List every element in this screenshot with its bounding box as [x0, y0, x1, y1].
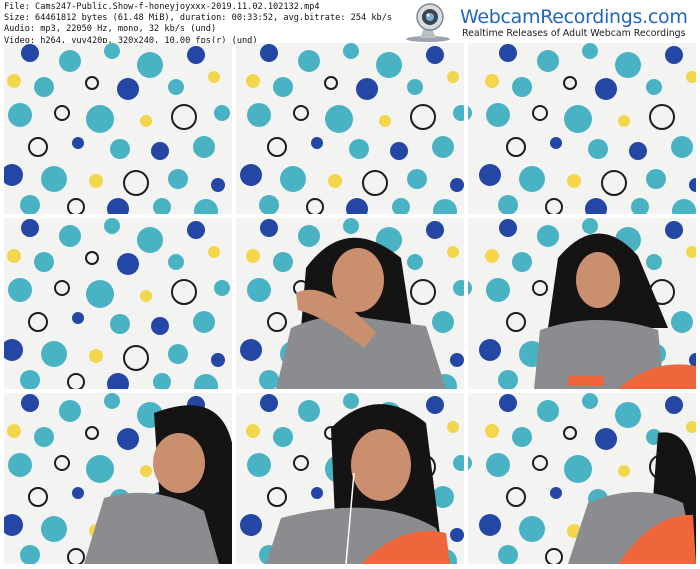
- thumbnail-frame: [468, 218, 696, 389]
- file-size: Size: 64461812 bytes (61.48 MiB), durati…: [4, 13, 393, 24]
- thumbnail-image: [236, 43, 464, 214]
- thumbnail-frame: [236, 43, 464, 214]
- audio-info: Audio: mp3, 22050 Hz, mono, 32 kb/s (und…: [4, 24, 217, 35]
- site-logo: WebcamRecordings.com Realtime Releases o…: [398, 2, 696, 42]
- thumbnail-frame: [4, 43, 232, 214]
- thumbnail-image: [468, 393, 696, 564]
- thumbnail-image: [468, 218, 696, 389]
- thumbnail-image: [236, 218, 464, 389]
- thumbnail-image: [236, 393, 464, 564]
- file-info: File: Cams247-Public.Show-f-honeyjoyxxx-…: [4, 2, 392, 47]
- thumbnail-frame: [468, 393, 696, 564]
- thumbnail-image: [4, 393, 232, 564]
- thumbnail-frame: [4, 393, 232, 564]
- thumbnail-image: [468, 43, 696, 214]
- thumbnail-frame: [4, 218, 232, 389]
- webcam-icon: [406, 3, 450, 42]
- file-name: File: Cams247-Public.Show-f-honeyjoyxxx-…: [4, 2, 320, 12]
- brand-name: WebcamRecordings.com: [460, 6, 688, 28]
- thumbnail-frame: [468, 43, 696, 214]
- thumbnail-frame: [236, 218, 464, 389]
- thumbnail-image: [4, 43, 232, 214]
- brand-tagline: Realtime Releases of Adult Webcam Record…: [462, 28, 686, 39]
- thumbnail-frame: [236, 393, 464, 564]
- thumbnail-grid: [4, 43, 696, 565]
- thumbnail-image: [4, 218, 232, 389]
